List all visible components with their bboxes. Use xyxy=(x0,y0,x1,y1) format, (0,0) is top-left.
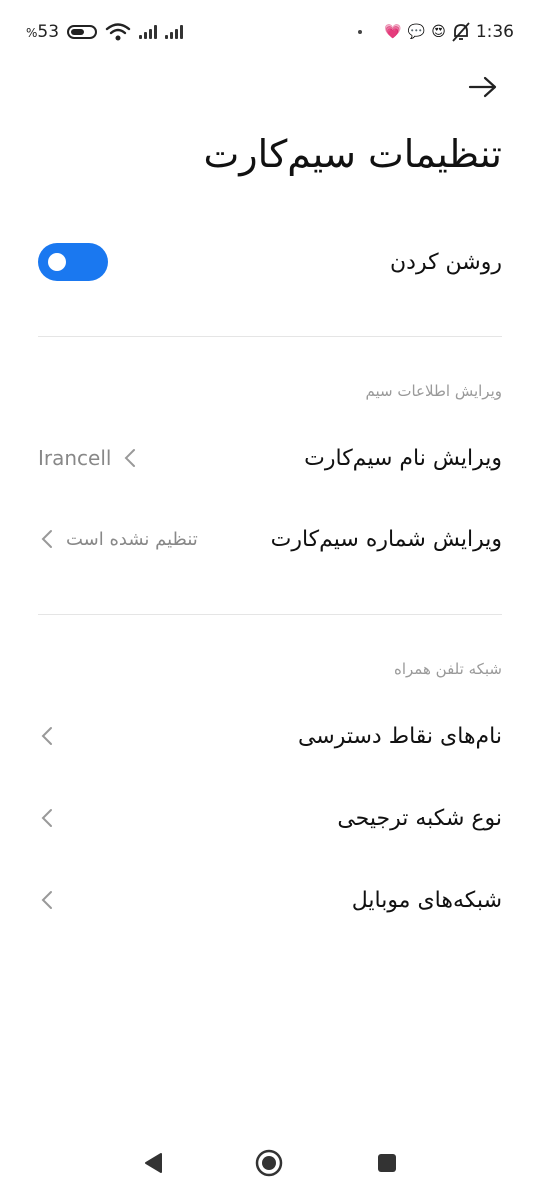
chat-icon: 💬 xyxy=(407,24,426,40)
page-title: تنظیمات سیم‌کارت xyxy=(203,132,502,176)
back-button[interactable] xyxy=(466,70,500,104)
apn-label: نام‌های نقاط دسترسی xyxy=(297,723,502,749)
edit-sim-number-row[interactable]: تنظیم نشده است ویرایش شماره سیم‌کارت xyxy=(38,509,502,569)
arrow-right-icon xyxy=(468,76,497,98)
sim-name-text: Irancell xyxy=(38,446,112,470)
preferred-network-row[interactable]: نوع شکبه ترجیحی xyxy=(38,788,502,848)
mobile-networks-label: شبکه‌های موبایل xyxy=(351,887,502,913)
edit-sim-number-label: ویرایش شماره سیم‌کارت xyxy=(270,526,502,552)
divider xyxy=(38,614,502,615)
nav-home-button[interactable] xyxy=(254,1148,284,1178)
enable-sim-row[interactable]: روشن کردن xyxy=(38,232,502,292)
sim-number-text: تنظیم نشده است xyxy=(66,528,198,550)
navigation-bar xyxy=(0,1130,540,1200)
chevron-left-icon xyxy=(125,449,136,467)
sim-name-value: Irancell xyxy=(38,446,139,470)
nav-back-button[interactable] xyxy=(138,1148,168,1178)
section-title-mobile-network: شبکه تلفن همراه xyxy=(394,660,502,678)
status-right: 💗 💬 😍 1:36 xyxy=(358,20,514,44)
battery-percent: % 53 xyxy=(26,22,59,42)
heart-icon: 💗 xyxy=(384,24,402,40)
wifi-icon xyxy=(105,23,131,41)
chevron-left-icon xyxy=(41,891,52,909)
battery-level: 53 xyxy=(37,22,60,42)
emoji-icon: 😍 xyxy=(431,24,446,40)
dot-icon xyxy=(358,30,363,34)
bell-off-icon xyxy=(452,22,470,42)
enable-sim-label: روشن کردن xyxy=(390,249,502,275)
edit-sim-name-row[interactable]: Irancell ویرایش نام سیم‌کارت xyxy=(38,428,502,488)
signal-1-icon xyxy=(139,25,158,39)
toggle-knob xyxy=(48,253,66,271)
mobile-networks-row[interactable]: شبکه‌های موبایل xyxy=(38,870,502,930)
status-bar: % 53 💗 💬 😍 1:36 xyxy=(0,0,540,64)
circle-home-icon xyxy=(255,1149,283,1177)
enable-sim-toggle[interactable] xyxy=(38,243,108,281)
sim-settings-screen: % 53 💗 💬 😍 1:36 xyxy=(0,0,540,1200)
chevron-left-icon xyxy=(41,727,52,745)
apn-row[interactable]: نام‌های نقاط دسترسی xyxy=(38,706,502,766)
divider xyxy=(38,336,502,337)
nav-recents-button[interactable] xyxy=(372,1148,402,1178)
triangle-back-icon xyxy=(145,1153,162,1173)
edit-sim-name-label: ویرایش نام سیم‌کارت xyxy=(304,445,502,471)
sim-number-value: تنظیم نشده است xyxy=(38,528,198,550)
percent-sign: % xyxy=(26,26,38,40)
battery-icon xyxy=(67,25,98,39)
clock: 1:36 xyxy=(475,22,514,42)
signal-2-icon xyxy=(165,25,184,39)
status-left: % 53 xyxy=(26,20,184,44)
chevron-left-icon xyxy=(41,530,52,548)
chevron-left-icon xyxy=(41,809,52,827)
preferred-network-label: نوع شکبه ترجیحی xyxy=(337,805,502,831)
section-title-sim-info: ویرایش اطلاعات سیم xyxy=(365,382,502,400)
square-recents-icon xyxy=(378,1154,396,1172)
